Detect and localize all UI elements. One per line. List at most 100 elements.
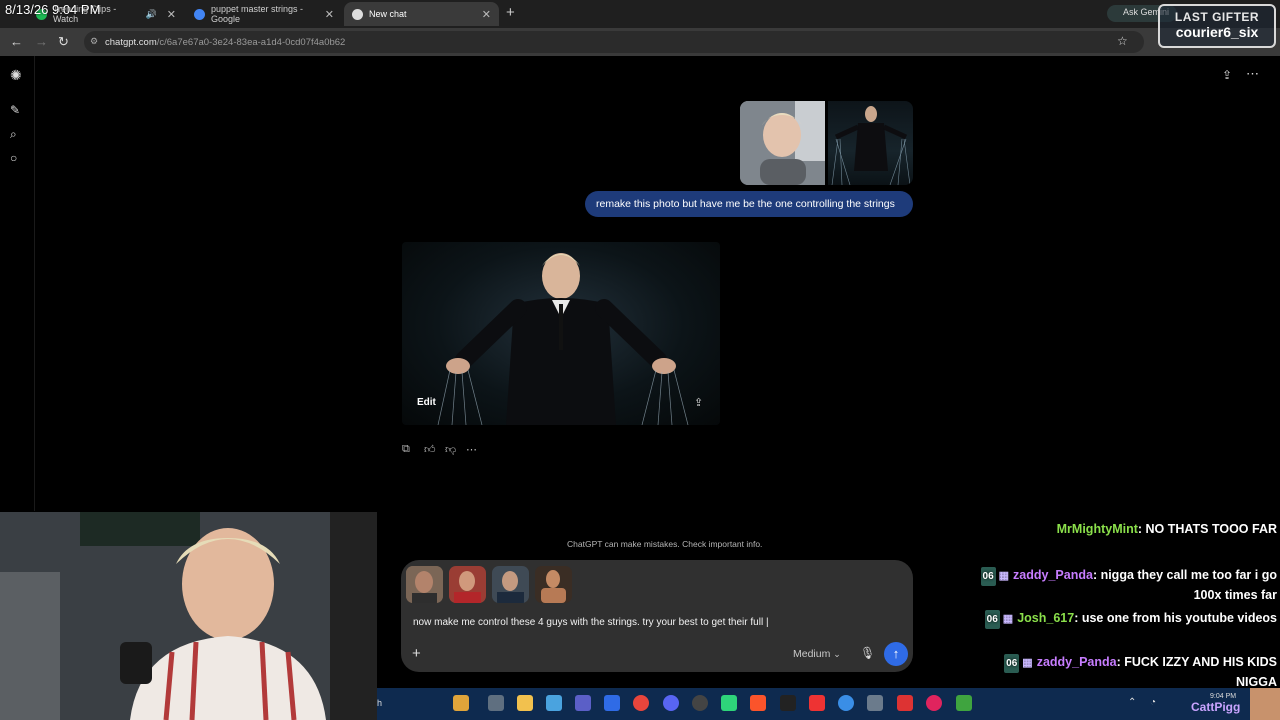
- reload-icon[interactable]: ↻: [58, 34, 69, 50]
- attachment-face-2: [449, 566, 486, 603]
- last-gifter-overlay: LAST GIFTER courier6_six: [1158, 4, 1276, 48]
- arrow-up-icon: ↑: [892, 646, 900, 661]
- chat-text: : use one from his youtube videos: [1074, 611, 1277, 625]
- webcam-illustration: [0, 512, 377, 720]
- steam-icon[interactable]: [692, 695, 708, 711]
- attachment-face-1: [406, 566, 443, 603]
- app-icon[interactable]: [867, 695, 883, 711]
- openai-logo-icon[interactable]: ✺: [10, 67, 22, 84]
- composer-input[interactable]: now make me control these 4 guys with th…: [413, 617, 769, 628]
- attached-puppet-master-image[interactable]: [828, 101, 913, 185]
- address-bar[interactable]: chatgpt.com/c/6a7e67a0-3e24-83ea-a1d4-0c…: [84, 31, 1144, 53]
- text-cursor: |: [763, 617, 769, 628]
- gifter-label: LAST GIFTER: [1174, 10, 1260, 24]
- close-tab-icon[interactable]: ✕: [482, 8, 491, 21]
- copy-icon[interactable]: ⧉: [402, 443, 410, 456]
- send-button[interactable]: ↑: [884, 642, 908, 666]
- more-options-icon[interactable]: ⋯: [1246, 66, 1259, 82]
- chat-message: 06 ▦ Josh_617: use one from his youtube vi…: [977, 609, 1277, 629]
- chat-username: zaddy_Panda: [1013, 568, 1093, 582]
- more-actions-icon[interactable]: ⋯: [466, 443, 477, 456]
- chatgpt-favicon-icon: [352, 8, 363, 20]
- attachment-face-4: [535, 566, 572, 603]
- chevron-down-icon: ⌄: [833, 649, 841, 659]
- music-icon[interactable]: [780, 695, 796, 711]
- chat-message: 06 ▦ zaddy_Panda: nigga they call me too f…: [977, 566, 1277, 605]
- stream-timestamp: 8/13/26 9:04 PM: [5, 2, 101, 17]
- store-icon[interactable]: [604, 695, 620, 711]
- share-image-icon[interactable]: ⇪: [694, 396, 703, 409]
- thumbs-up-icon[interactable]: 👍︎: [424, 443, 436, 456]
- attachment-thumbnail[interactable]: [406, 566, 443, 603]
- help-icon[interactable]: [838, 695, 854, 711]
- speaker-icon[interactable]: 🔊: [146, 9, 157, 20]
- chat-text: : NO THATS TOOO FAR: [1137, 522, 1277, 536]
- sub-badge-icon: 06: [984, 610, 1000, 629]
- chat-username: zaddy_Panda: [1036, 655, 1117, 669]
- app-icon[interactable]: [721, 695, 737, 711]
- chat-message: MrMightyMint: NO THATS TOOO FAR: [977, 520, 1277, 539]
- forward-icon[interactable]: →: [35, 34, 48, 49]
- generated-image[interactable]: [402, 242, 720, 425]
- user-message-bubble: remake this photo but have me be the one…: [585, 191, 913, 217]
- search-icon[interactable]: ⌕: [10, 127, 17, 142]
- app-icon[interactable]: [809, 695, 825, 711]
- tab-new-chat[interactable]: New chat ✕: [344, 2, 499, 26]
- new-chat-icon[interactable]: ✎: [10, 103, 20, 117]
- generated-image-illustration: [437, 253, 689, 425]
- avatar: [1250, 688, 1280, 720]
- gift-badge-icon: ▦: [1022, 657, 1033, 669]
- chats-icon[interactable]: ○: [10, 151, 17, 165]
- tab-puppet-search[interactable]: puppet master strings - Google ✕: [186, 2, 342, 26]
- puppet-master-illustration: [831, 106, 911, 185]
- thumbs-down-icon[interactable]: 👎︎: [445, 443, 456, 456]
- close-tab-icon[interactable]: ✕: [325, 8, 334, 21]
- back-icon[interactable]: ←: [10, 34, 23, 49]
- taskbar-taskview-icon[interactable]: [488, 695, 504, 711]
- sub-badge-icon: 06: [980, 567, 996, 586]
- attached-selfie-image[interactable]: [740, 101, 825, 185]
- discord-icon[interactable]: [663, 695, 679, 711]
- attachment-thumbnail[interactable]: [535, 566, 572, 603]
- url-path: /c/6a7e67a0-3e24-83ea-a1d4-0cd07f4a0b62: [156, 37, 346, 48]
- brave-icon[interactable]: [750, 695, 766, 711]
- model-label: Medium: [793, 648, 831, 660]
- tab-title: puppet master strings - Google: [211, 4, 304, 24]
- windows-taskbar: [377, 688, 1280, 720]
- xbox-icon[interactable]: [956, 695, 972, 711]
- attachment-thumbnail[interactable]: [492, 566, 529, 603]
- bookmark-star-icon[interactable]: ☆: [1117, 34, 1128, 48]
- google-icon: [194, 8, 205, 20]
- selfie-illustration: [740, 101, 825, 185]
- tab-title: New chat: [369, 9, 407, 19]
- file-explorer-icon[interactable]: [517, 695, 533, 711]
- taskbar-search-fragment[interactable]: h: [377, 698, 382, 708]
- sub-badge-icon: 06: [1004, 654, 1020, 673]
- chat-text: : nigga they call me too far i go 100x t…: [1092, 568, 1277, 602]
- new-tab-button[interactable]: +: [506, 4, 515, 21]
- chat-username: MrMightyMint: [1056, 522, 1138, 536]
- chrome-icon[interactable]: [633, 695, 649, 711]
- gifter-name: courier6_six: [1175, 24, 1259, 40]
- app-icon[interactable]: [926, 695, 942, 711]
- app-icon[interactable]: [897, 695, 913, 711]
- model-selector[interactable]: Medium ⌄: [793, 648, 841, 660]
- chevron-up-icon[interactable]: ⌃: [1128, 697, 1136, 708]
- copilot-icon[interactable]: [546, 695, 562, 711]
- streamer-webcam: [0, 512, 377, 720]
- disclaimer-text: ChatGPT can make mistakes. Check importa…: [567, 539, 763, 549]
- attachment-thumbnail[interactable]: [449, 566, 486, 603]
- chatgpt-sidebar: [0, 56, 35, 511]
- close-tab-icon[interactable]: ✕: [167, 8, 176, 21]
- taskbar-widgets-icon[interactable]: [453, 695, 469, 711]
- add-attachment-icon[interactable]: +: [412, 645, 421, 662]
- taskbar-clock[interactable]: 9:04 PM: [1210, 693, 1236, 700]
- site-info-icon[interactable]: ⚙: [90, 36, 98, 47]
- edit-image-button[interactable]: Edit: [417, 397, 436, 408]
- network-icon[interactable]: ◔: [1150, 697, 1156, 708]
- share-icon[interactable]: ⇪: [1222, 68, 1232, 82]
- microphone-icon[interactable]: 🎙︎: [860, 646, 875, 660]
- gift-badge-icon: ▦: [1002, 613, 1014, 625]
- teams-icon[interactable]: [575, 695, 591, 711]
- chat-text: : FUCK IZZY AND HIS KIDS NIGGA: [1116, 655, 1277, 689]
